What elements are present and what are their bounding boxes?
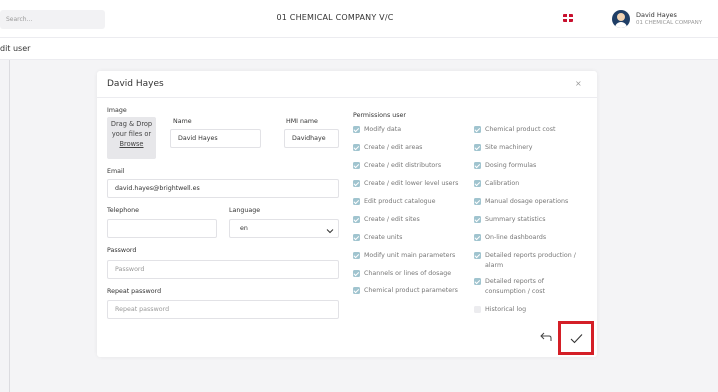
permission-label-line2: alarm xyxy=(485,262,504,269)
checkbox[interactable] xyxy=(474,216,481,223)
undo-arrow-icon[interactable] xyxy=(540,331,552,345)
checkbox[interactable] xyxy=(353,270,360,277)
permission-label: Calibration xyxy=(485,180,520,187)
repeat-password-input[interactable] xyxy=(107,300,339,319)
dropzone-text-1: Drag & Drop xyxy=(110,120,153,128)
permission-label: Manual dosage operations xyxy=(485,198,569,205)
hmi-name-input[interactable] xyxy=(284,129,339,148)
permission-label: Site machinery xyxy=(485,144,533,151)
permission-label: Modify data xyxy=(364,126,402,133)
checkbox[interactable] xyxy=(353,126,360,133)
language-select[interactable]: en xyxy=(229,219,339,238)
checkbox[interactable] xyxy=(353,162,360,169)
save-button[interactable] xyxy=(558,321,594,355)
language-label: Language xyxy=(229,207,261,214)
dropzone-text-2: your files or xyxy=(111,130,152,138)
permission-label: Modify unit main parameters xyxy=(364,252,456,259)
top-bar: Search... 01 CHEMICAL COMPANY V/C David … xyxy=(0,0,718,38)
checkbox[interactable] xyxy=(474,252,481,259)
checkbox[interactable] xyxy=(474,126,481,133)
checkbox[interactable] xyxy=(353,198,360,205)
language-value: en xyxy=(240,225,248,232)
permission-label: Create / edit areas xyxy=(364,144,423,151)
permissions-label: Permissions user xyxy=(353,112,406,119)
checkbox[interactable] xyxy=(474,234,481,241)
password-label: Password xyxy=(107,247,137,254)
permission-label: Historical log xyxy=(485,306,527,313)
permission-label-line2: consumption / cost xyxy=(485,288,545,295)
checkbox[interactable] xyxy=(474,306,481,313)
name-label: Name xyxy=(173,118,192,125)
modal-divider xyxy=(97,97,597,98)
email-label: Email xyxy=(107,168,125,175)
browse-link[interactable]: Browse xyxy=(107,139,156,149)
name-input[interactable] xyxy=(170,129,261,148)
uk-flag-icon[interactable] xyxy=(563,14,573,22)
modal-title: David Hayes xyxy=(107,79,164,89)
page-title: dit user xyxy=(0,44,31,53)
checkbox[interactable] xyxy=(474,278,481,285)
repeat-password-label: Repeat password xyxy=(107,288,162,295)
search-input[interactable]: Search... xyxy=(0,10,105,29)
checkbox[interactable] xyxy=(353,287,360,294)
checkbox[interactable] xyxy=(474,198,481,205)
avatar[interactable] xyxy=(612,10,630,28)
telephone-label: Telephone xyxy=(107,207,139,214)
edit-user-modal: David Hayes × Image Drag & Drop your fil… xyxy=(97,71,597,357)
page-header: dit user xyxy=(0,38,718,60)
image-dropzone[interactable]: Drag & Drop your files or Browse xyxy=(107,117,156,159)
checkbox[interactable] xyxy=(474,162,481,169)
user-company: 01 CHEMICAL COMPANY xyxy=(636,20,703,26)
permission-label: Summary statistics xyxy=(485,216,546,223)
permission-label: Chemical product parameters xyxy=(364,287,458,294)
left-divider xyxy=(9,60,10,392)
checkbox[interactable] xyxy=(353,180,360,187)
hmi-name-label: HMI name xyxy=(286,118,318,125)
checkbox[interactable] xyxy=(353,144,360,151)
permission-label: Create / edit lower level users xyxy=(364,180,459,187)
company-title: 01 CHEMICAL COMPANY V/C xyxy=(276,13,394,22)
permission-label: Create units xyxy=(364,234,403,241)
chevron-down-icon xyxy=(326,224,334,241)
permission-label: Dosing formulas xyxy=(485,162,537,169)
checkbox[interactable] xyxy=(353,252,360,259)
checkmark-icon xyxy=(570,334,583,344)
permission-label: Detailed reports of xyxy=(485,278,545,285)
checkbox[interactable] xyxy=(353,216,360,223)
telephone-input[interactable] xyxy=(107,219,217,238)
close-icon[interactable]: × xyxy=(575,79,582,88)
user-name: David Hayes xyxy=(636,11,677,19)
permission-label: On-line dashboards xyxy=(485,234,547,241)
checkbox[interactable] xyxy=(353,234,360,241)
permission-label: Edit product catalogue xyxy=(364,198,436,205)
image-label: Image xyxy=(107,107,127,114)
permission-label: Channels or lines of dosage xyxy=(364,270,452,277)
checkbox[interactable] xyxy=(474,144,481,151)
permission-label: Detailed reports production / xyxy=(485,252,576,259)
email-input[interactable] xyxy=(107,179,339,198)
password-input[interactable] xyxy=(107,260,339,279)
checkbox[interactable] xyxy=(474,180,481,187)
permission-label: Create / edit distributors xyxy=(364,162,442,169)
permission-label: Chemical product cost xyxy=(485,126,556,133)
permission-label: Create / edit sites xyxy=(364,216,420,223)
